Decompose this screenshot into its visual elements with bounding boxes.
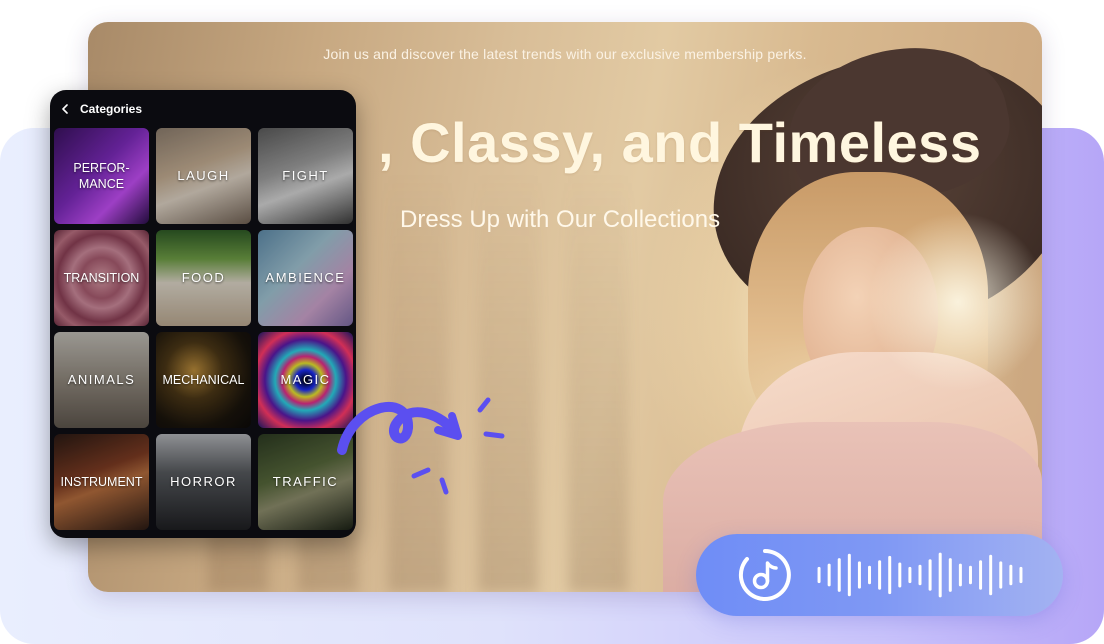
category-label: MAGIC xyxy=(280,371,331,387)
category-tile[interactable]: FIGHT xyxy=(258,128,353,224)
category-tile[interactable]: MECHANICAL xyxy=(156,332,251,428)
categories-title: Categories xyxy=(80,102,143,116)
category-tile[interactable]: ANIMALS xyxy=(54,332,149,428)
category-tile[interactable]: LAUGH xyxy=(156,128,251,224)
music-note-icon[interactable] xyxy=(736,546,794,604)
category-tile[interactable]: PERFOR- MANCE xyxy=(54,128,149,224)
categories-panel: Categories PERFOR- MANCE LAUGH FIGHT TRANSIT… xyxy=(50,90,356,538)
category-tile[interactable]: AMBIENCE xyxy=(258,230,353,326)
sound-wave-icon xyxy=(817,552,1023,598)
category-tile[interactable]: FOOD xyxy=(156,230,251,326)
category-label: ANIMALS xyxy=(67,371,136,387)
category-label: LAUGH xyxy=(177,167,230,183)
categories-header: Categories xyxy=(58,100,142,118)
category-grid: PERFOR- MANCE LAUGH FIGHT TRANSITION FOOD AMBI… xyxy=(54,128,354,530)
category-label: MECHANICAL xyxy=(162,372,245,387)
category-label: FOOD xyxy=(181,269,226,285)
category-label: HORROR xyxy=(170,473,237,489)
category-label: INSTRUMENT xyxy=(60,474,143,489)
banner-tagline: Join us and discover the latest trends w… xyxy=(323,46,807,62)
chevron-left-icon[interactable] xyxy=(58,102,72,116)
category-tile[interactable]: TRANSITION xyxy=(54,230,149,326)
category-label: AMBIENCE xyxy=(265,269,346,285)
category-label: FIGHT xyxy=(282,167,329,183)
banner-subheadline: Dress Up with Our Collections xyxy=(400,206,721,233)
curved-arrow-icon xyxy=(337,397,505,495)
category-label: TRAFFIC xyxy=(272,473,339,489)
audio-player-pill[interactable] xyxy=(696,534,1063,616)
category-tile[interactable]: INSTRUMENT xyxy=(54,434,149,530)
category-tile[interactable]: HORROR xyxy=(156,434,251,530)
category-label: PERFOR- MANCE xyxy=(73,160,130,191)
banner-headline: , Classy, and Timeless xyxy=(378,111,982,174)
category-label: TRANSITION xyxy=(63,270,140,285)
